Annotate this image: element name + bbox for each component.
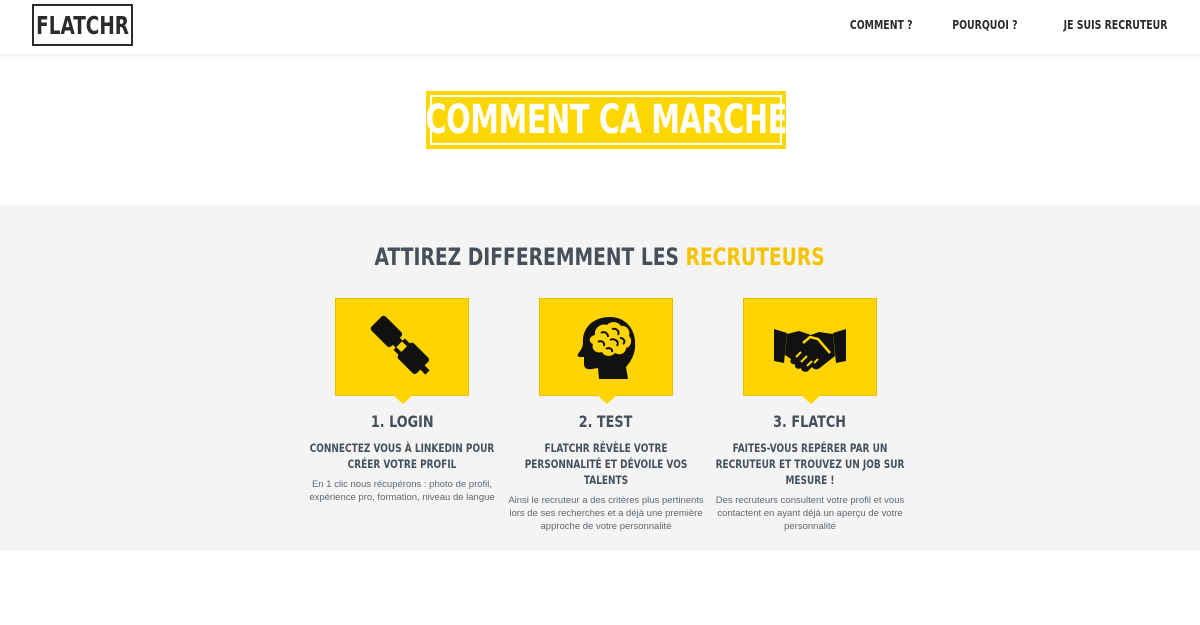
feature-card-icon-box bbox=[539, 298, 673, 404]
feature-card-subtitle: FAITES-VOUS REPÉRER PAR UN RECRUTEUR ET … bbox=[715, 441, 905, 487]
feature-card-flatch: 3. FLATCH FAITES-VOUS REPÉRER PAR UN REC… bbox=[710, 298, 910, 533]
nav-link-recruteur[interactable]: JE SUIS RECRUTEUR bbox=[1049, 18, 1182, 32]
brain-head-icon bbox=[577, 317, 636, 379]
main-nav: COMMENT ? POURQUOI ? JE SUIS RECRUTEUR bbox=[819, 0, 1182, 50]
nav-link-comment-label: COMMENT ? bbox=[849, 18, 913, 32]
feature-card-title: 2. TEST bbox=[579, 412, 633, 431]
feature-card-text: Ainsi le recruteur a des critères plus p… bbox=[508, 495, 704, 532]
feature-card-icon-box bbox=[335, 298, 469, 404]
features-section: ATTIREZ DIFFEREMMENT LES RECRUTEURS 1. L… bbox=[0, 205, 1200, 551]
feature-card-login: 1. LOGIN CONNECTEZ VOUS À LINKEDIN POUR … bbox=[302, 298, 502, 504]
logo[interactable]: FLATCHR bbox=[32, 4, 133, 46]
hero-title-banner: COMMENT CA MARCHE bbox=[425, 91, 787, 149]
features-title-main: ATTIREZ DIFFEREMMENT LES bbox=[374, 243, 680, 271]
feature-card-test: 2. TEST FLATCHR RÉVÈLE VOTRE PERSONNALIT… bbox=[506, 298, 706, 533]
top-navbar: FLATCHR COMMENT ? POURQUOI ? JE SUIS REC… bbox=[0, 0, 1200, 54]
feature-card-text: En 1 clic nous récupérons : photo de pro… bbox=[309, 479, 495, 503]
plug-icon bbox=[370, 315, 430, 375]
feature-card-title: 3. FLATCH bbox=[773, 412, 847, 431]
feature-card-title: 1. LOGIN bbox=[370, 412, 434, 431]
handshake-icon bbox=[774, 329, 846, 372]
hero-title: COMMENT CA MARCHE bbox=[425, 97, 787, 143]
nav-link-recruteur-label: JE SUIS RECRUTEUR bbox=[1063, 18, 1168, 32]
hero-title-box: COMMENT CA MARCHE bbox=[425, 91, 787, 149]
nav-link-comment[interactable]: COMMENT ? bbox=[841, 18, 921, 32]
nav-link-pourquoi[interactable]: POURQUOI ? bbox=[943, 18, 1027, 32]
features-title-accent: RECRUTEURS bbox=[685, 243, 826, 271]
feature-card-icon-box bbox=[743, 298, 877, 404]
logo-text: FLATCHR bbox=[36, 10, 129, 40]
nav-link-pourquoi-label: POURQUOI ? bbox=[952, 18, 1018, 32]
feature-card-text: Des recruteurs consultent votre profil e… bbox=[715, 495, 905, 532]
features-title: ATTIREZ DIFFEREMMENT LES RECRUTEURS bbox=[0, 243, 1200, 271]
